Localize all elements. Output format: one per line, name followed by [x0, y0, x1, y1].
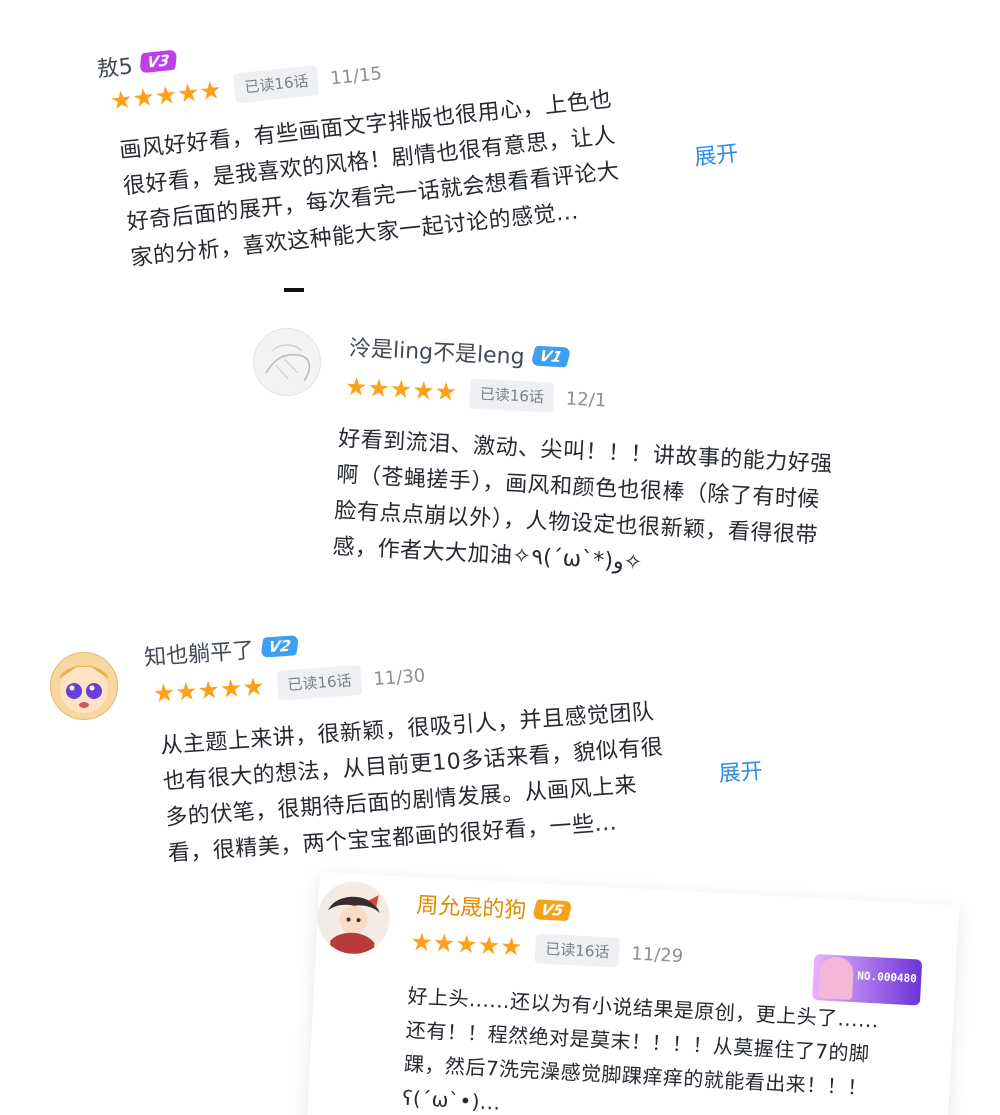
level-badge: V5 — [531, 899, 574, 922]
expand-link[interactable]: 展开 — [718, 753, 764, 788]
star-rating: ★★★★★ — [151, 671, 267, 709]
username[interactable]: 泠是ling不是leng — [348, 330, 525, 371]
screenshot-collage: 敖5 V3 ★★★★★ 已读16话 11/15 画风好好看，有些画面文字排版也很… — [0, 0, 1000, 1115]
comment-card-3: 知也躺平了 V2 ★★★★★ 已读16话 11/30 从主题上来讲，很新颖，很吸… — [143, 595, 799, 880]
level-badge: V2 — [260, 635, 300, 658]
star-rating: ★★★★★ — [344, 371, 458, 407]
comment-card-1: 敖5 V3 ★★★★★ 已读16话 11/15 画风好好看，有些画面文字排版也很… — [95, 0, 756, 281]
comment-card-2: 泠是ling不是leng V1 ★★★★★ 已读16话 12/1 好看到流泪、激… — [332, 330, 930, 620]
read-progress-tag: 已读16话 — [469, 378, 555, 413]
read-progress-tag: 已读16话 — [276, 664, 363, 701]
comment-date: 11/15 — [329, 62, 383, 90]
fan-badge-avatar-icon — [818, 956, 855, 1001]
star-rating: ★★★★★ — [108, 75, 224, 116]
star-icon: ★★★★★ — [409, 926, 524, 962]
comment-date: 12/1 — [565, 387, 607, 411]
divider-mark — [284, 288, 304, 292]
star-icon: ★★★★★ — [151, 671, 266, 709]
username[interactable]: 周允晟的狗 — [416, 887, 528, 925]
avatar-illustration-icon — [317, 881, 390, 955]
username[interactable]: 敖5 — [95, 48, 134, 84]
star-icon: ★★★★★ — [108, 75, 224, 116]
fan-badge-number: NO.000480 — [856, 969, 918, 986]
avatar[interactable] — [315, 879, 392, 956]
read-progress-tag: 已读16话 — [534, 933, 621, 968]
level-badge: V3 — [139, 49, 178, 74]
comment-card-4: 周允晟的狗 V5 ★★★★★ 已读16话 11/29 NO.000480 好上头… — [306, 872, 960, 1115]
expand-link[interactable]: 展开 — [692, 135, 739, 171]
fan-badge: NO.000480 — [811, 953, 923, 1006]
avatar-cartoon-icon — [59, 665, 109, 713]
avatar[interactable] — [50, 652, 118, 720]
avatar-sketch-icon — [265, 344, 311, 382]
star-icon: ★★★★★ — [344, 371, 458, 407]
level-badge: V1 — [529, 345, 572, 368]
comment-date: 11/30 — [372, 664, 426, 690]
comment-date: 11/29 — [630, 942, 684, 967]
star-rating: ★★★★★ — [409, 926, 524, 962]
read-progress-tag: 已读16话 — [233, 64, 320, 104]
username[interactable]: 知也躺平了 — [143, 632, 255, 672]
avatar[interactable] — [253, 328, 321, 396]
